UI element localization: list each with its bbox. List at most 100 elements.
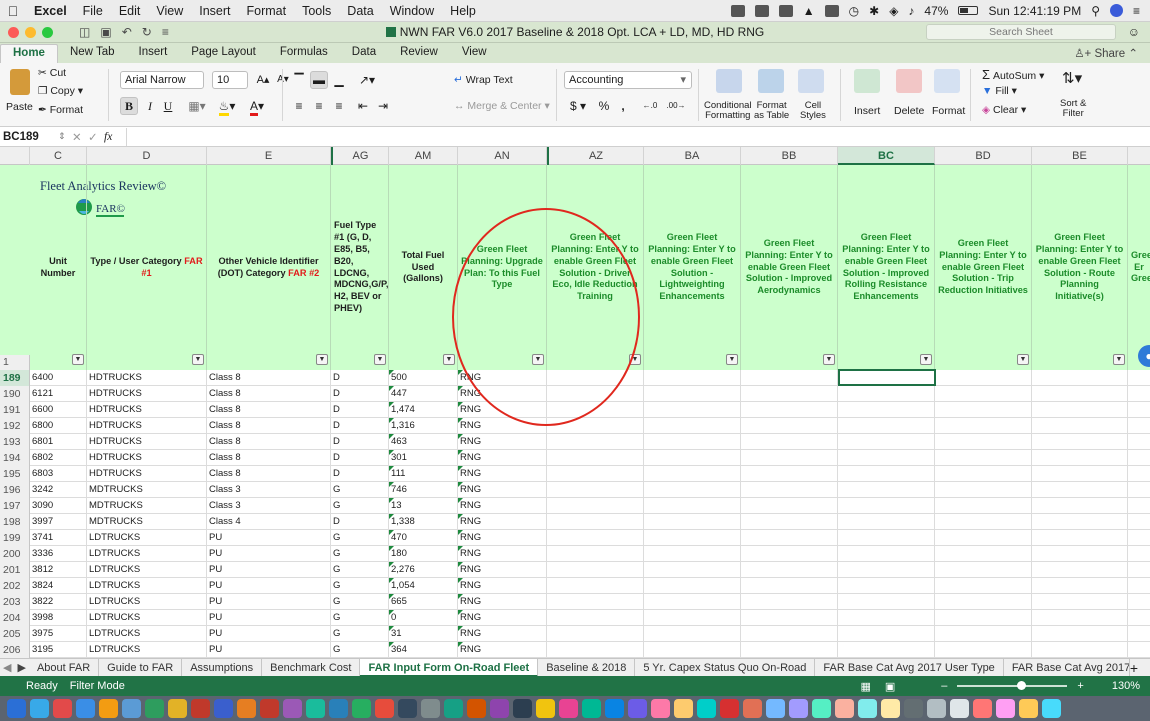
align-top-button[interactable]: ▔ — [290, 71, 308, 89]
notification-center-icon[interactable]: ≡ — [1133, 4, 1140, 18]
share-button[interactable]: ♙+ Share ⌃ — [1074, 46, 1138, 60]
paste-button[interactable]: Paste — [6, 101, 33, 113]
menu-help[interactable]: Help — [442, 4, 484, 18]
dock-app-icon[interactable] — [835, 699, 854, 718]
insert-cells-icon[interactable] — [854, 69, 880, 93]
empty-cell[interactable] — [644, 642, 741, 658]
dock-app-icon[interactable] — [191, 699, 210, 718]
empty-cell[interactable] — [838, 514, 935, 530]
cell-dot[interactable]: Class 3 — [207, 498, 331, 514]
empty-cell[interactable] — [547, 370, 644, 386]
status-app-icon[interactable] — [778, 4, 793, 17]
cell-plan[interactable]: RNG — [458, 482, 547, 498]
row-number[interactable]: 195 — [0, 466, 30, 482]
empty-cell[interactable] — [644, 434, 741, 450]
tab-page-layout[interactable]: Page Layout — [179, 44, 268, 63]
error-indicator-icon[interactable] — [389, 642, 394, 647]
error-indicator-icon[interactable] — [458, 434, 463, 439]
cell-unit[interactable]: 6400 — [30, 370, 87, 386]
filter-dropdown-e[interactable]: ▼ — [316, 354, 328, 365]
siri-icon[interactable] — [1109, 4, 1123, 17]
empty-cell[interactable] — [741, 610, 838, 626]
name-box-stepper-icon[interactable]: ⇕ — [58, 131, 72, 142]
empty-cell[interactable] — [935, 402, 1032, 418]
wifi-icon[interactable]: ◈ — [889, 4, 898, 18]
empty-cell[interactable] — [741, 450, 838, 466]
empty-cell[interactable] — [741, 642, 838, 658]
cell-fuel[interactable]: G — [331, 610, 389, 626]
row-number[interactable]: 193 — [0, 434, 30, 450]
empty-cell[interactable] — [838, 610, 935, 626]
cell-type[interactable]: HDTRUCKS — [87, 418, 207, 434]
cell-dot[interactable]: PU — [207, 642, 331, 658]
decrease-indent-button[interactable]: ⇤ — [354, 97, 372, 115]
error-indicator-icon[interactable] — [458, 578, 463, 583]
cell-styles-button[interactable]: Cell Styles — [800, 101, 826, 121]
empty-cell[interactable] — [741, 418, 838, 434]
empty-cell[interactable] — [644, 626, 741, 642]
dock-app-icon[interactable] — [306, 699, 325, 718]
cell-plan[interactable]: RNG — [458, 498, 547, 514]
page-layout-view-icon[interactable]: ▣ — [885, 680, 895, 693]
dock-app-icon[interactable] — [881, 699, 900, 718]
error-indicator-icon[interactable] — [389, 370, 394, 375]
error-indicator-icon[interactable] — [458, 626, 463, 631]
empty-cell[interactable] — [644, 514, 741, 530]
empty-cell[interactable] — [741, 402, 838, 418]
empty-cell[interactable] — [935, 466, 1032, 482]
empty-cell[interactable] — [1032, 482, 1128, 498]
filter-dropdown-bb[interactable]: ▼ — [823, 354, 835, 365]
insert-cells-button[interactable]: Insert — [854, 105, 880, 117]
normal-view-icon[interactable]: ▦ — [860, 680, 870, 693]
dock-app-icon[interactable] — [283, 699, 302, 718]
sheet-tab-5yr-capex[interactable]: 5 Yr. Capex Status Quo On-Road — [635, 658, 816, 677]
empty-cell[interactable] — [1128, 386, 1150, 402]
format-as-table-button[interactable]: Format as Table — [754, 101, 789, 121]
dock-app-icon[interactable] — [237, 699, 256, 718]
tab-home[interactable]: Home — [0, 44, 58, 63]
error-indicator-icon[interactable] — [389, 466, 394, 471]
cell-plan[interactable]: RNG — [458, 546, 547, 562]
cell-unit[interactable]: 6802 — [30, 450, 87, 466]
cell-type[interactable]: HDTRUCKS — [87, 466, 207, 482]
font-name-select[interactable]: Arial Narrow — [120, 71, 204, 89]
filter-dropdown-an[interactable]: ▼ — [532, 354, 544, 365]
dock-app-icon[interactable] — [513, 699, 532, 718]
empty-cell[interactable] — [741, 530, 838, 546]
empty-cell[interactable] — [935, 386, 1032, 402]
apple-icon[interactable]:  — [0, 3, 26, 19]
empty-cell[interactable] — [838, 642, 935, 658]
error-indicator-icon[interactable] — [389, 434, 394, 439]
column-header-bc[interactable]: BC — [838, 147, 935, 165]
cell-plan[interactable]: RNG — [458, 402, 547, 418]
increase-decimal-button[interactable]: ←.0 — [638, 97, 662, 115]
empty-cell[interactable] — [547, 626, 644, 642]
spotlight-icon[interactable]: ⚲ — [1091, 4, 1100, 18]
volume-icon[interactable]: ♪ — [908, 4, 914, 18]
empty-cell[interactable] — [1128, 594, 1150, 610]
empty-cell[interactable] — [935, 562, 1032, 578]
underline-button[interactable]: U — [160, 97, 176, 115]
column-header-an[interactable]: AN — [458, 147, 547, 165]
cell-fuel[interactable]: G — [331, 642, 389, 658]
empty-cell[interactable] — [838, 418, 935, 434]
cell-dot[interactable]: Class 4 — [207, 514, 331, 530]
row-number[interactable]: 191 — [0, 402, 30, 418]
menu-data[interactable]: Data — [339, 4, 381, 18]
cell-unit[interactable]: 3824 — [30, 578, 87, 594]
cell-gallons[interactable]: 746 — [389, 482, 458, 498]
dock-app-icon[interactable] — [7, 699, 26, 718]
cell-plan[interactable]: RNG — [458, 370, 547, 386]
dock-app-icon[interactable] — [720, 699, 739, 718]
empty-cell[interactable] — [547, 642, 644, 658]
empty-cell[interactable] — [838, 498, 935, 514]
empty-cell[interactable] — [1032, 642, 1128, 658]
empty-cell[interactable] — [547, 482, 644, 498]
row-number[interactable]: 1 — [0, 355, 30, 370]
empty-cell[interactable] — [1128, 466, 1150, 482]
empty-cell[interactable] — [838, 578, 935, 594]
cell-gallons[interactable]: 364 — [389, 642, 458, 658]
sheet-tab-benchmark-cost[interactable]: Benchmark Cost — [262, 658, 361, 677]
dock-app-icon[interactable] — [559, 699, 578, 718]
zoom-slider-thumb[interactable] — [1017, 681, 1027, 690]
